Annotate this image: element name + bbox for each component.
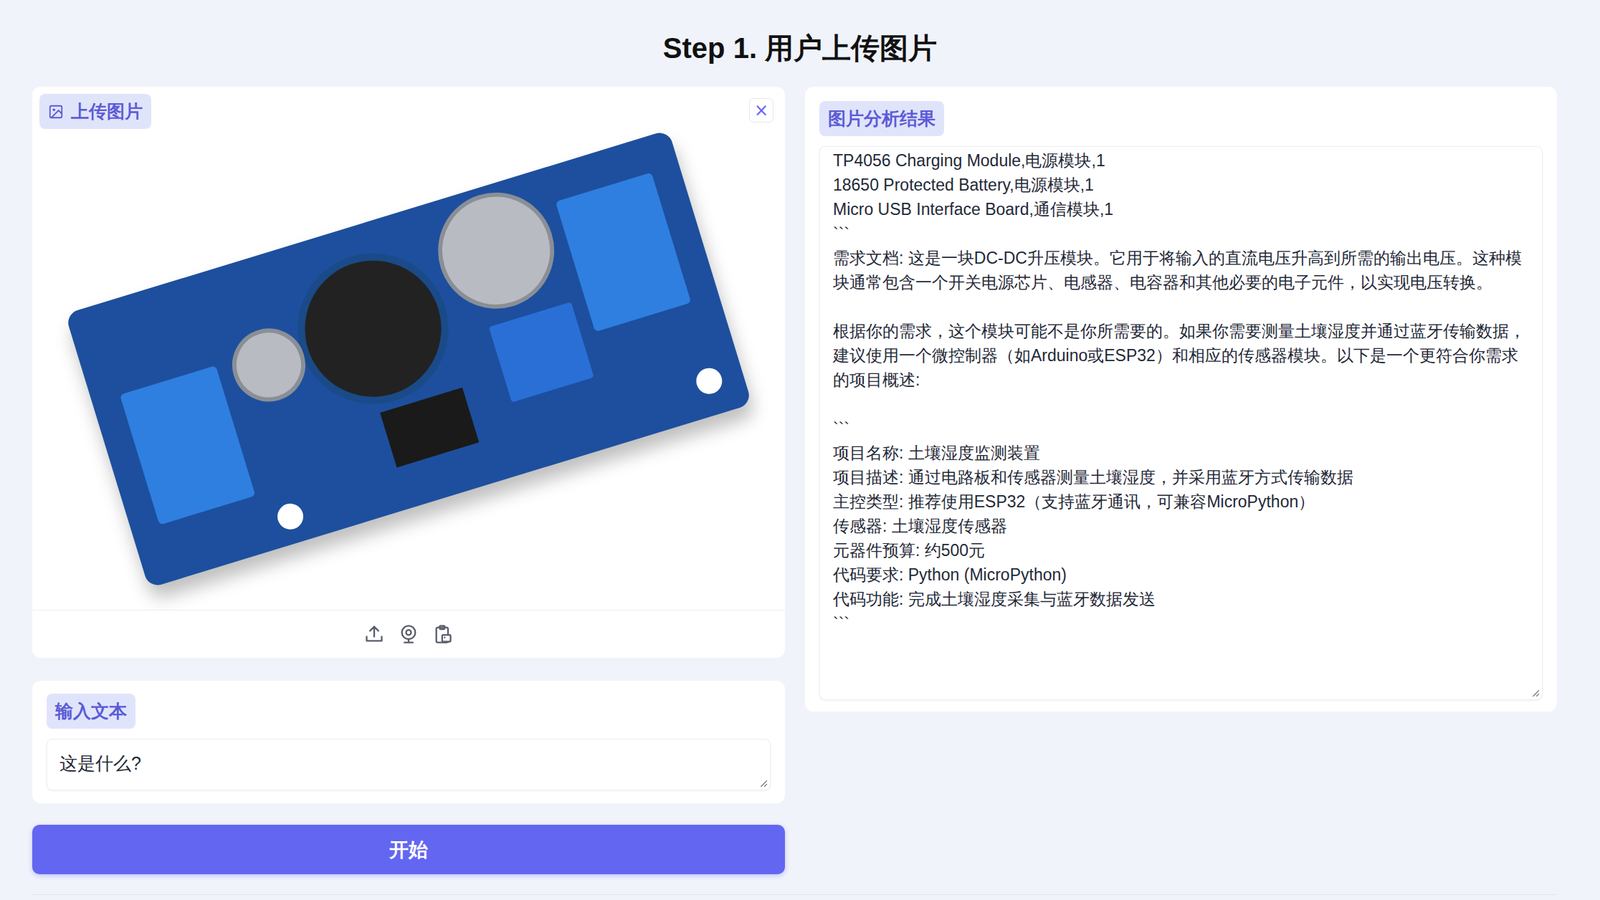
result-line: ``` [832, 611, 1530, 636]
terminal-block [555, 172, 692, 333]
text-input[interactable]: 这是什么? [46, 739, 771, 791]
input-card: 输入文本这是什么? [32, 681, 785, 804]
close-button[interactable]: × [749, 98, 774, 123]
result-line: 传感器: 土壤湿度传感器 [832, 513, 1530, 539]
result-line: 项目描述: 通过电路板和传感器测量土壤湿度，并采用蓝牙方式传输数据 [832, 465, 1530, 490]
mount-hole [274, 500, 307, 533]
upload-icon[interactable] [364, 624, 385, 645]
result-line: 需求文档: 这是一块DC-DC升压模块。它用于将输入的直流电压升高到所需的输出电… [832, 245, 1530, 295]
resize-handle-icon[interactable] [1531, 688, 1540, 698]
left-column: 上传图片 × 输入文本这是什么? 开始 [32, 86, 785, 875]
start-button[interactable]: 开始 [32, 825, 785, 875]
result-line: 项目名称: 土壤湿度监测装置 [832, 440, 1530, 466]
resize-handle-icon[interactable] [759, 779, 768, 788]
divider [32, 894, 1557, 896]
result-line: 18650 Protected Battery,电源模块,1 [832, 172, 1530, 198]
result-line: 根据你的需求，这个模块可能不是你所需要的。如果你需要测量土壤湿度并通过蓝牙传输数… [832, 318, 1530, 393]
upload-label: 上传图片 [39, 93, 152, 130]
terminal-block [119, 365, 256, 526]
result-textarea[interactable]: TP4056 Charging Module,电源模块,118650 Prote… [819, 146, 1543, 701]
result-line: 代码功能: 完成土壤湿度采集与蓝牙数据发送 [832, 587, 1530, 612]
result-label: 图片分析结果 [819, 101, 945, 137]
result-line: Micro USB Interface Board,通信模块,1 [832, 197, 1530, 222]
result-card: 图片分析结果 TP4056 Charging Module,电源模块,118650… [805, 86, 1557, 712]
result-line: 代码要求: Python (MicroPython) [832, 562, 1530, 588]
pcb-board [65, 129, 752, 589]
result-line: 主控类型: 推荐使用ESP32（支持蓝牙通讯，可兼容MicroPython） [832, 489, 1530, 514]
image-icon [48, 103, 64, 120]
main-grid: 上传图片 × 输入文本这是什么? 开始 图片分析结果 TP4056 Charging Mo… [0, 86, 1600, 875]
upload-toolbar [32, 610, 785, 659]
input-label: 输入文本 [46, 693, 136, 730]
uploaded-photo [32, 86, 785, 611]
result-line: ``` [832, 221, 1530, 246]
result-line: ``` [832, 416, 1530, 441]
upload-card: 上传图片 × [32, 86, 785, 659]
result-line: TP4056 Charging Module,电源模块,1 [832, 148, 1530, 173]
result-line: 元器件预算: 约500元 [832, 538, 1530, 563]
page: Step 1. 用户上传图片上传图片 × 输入文本这是什么? 开始 图片分析结果 TP40… [0, 0, 1600, 900]
capacitor [423, 178, 569, 324]
webcam-icon[interactable] [398, 624, 419, 645]
potentiometer [488, 301, 595, 403]
mount-hole [693, 364, 726, 398]
page-title: Step 1. 用户上传图片 [0, 28, 1600, 68]
clipboard-icon[interactable] [432, 624, 454, 645]
